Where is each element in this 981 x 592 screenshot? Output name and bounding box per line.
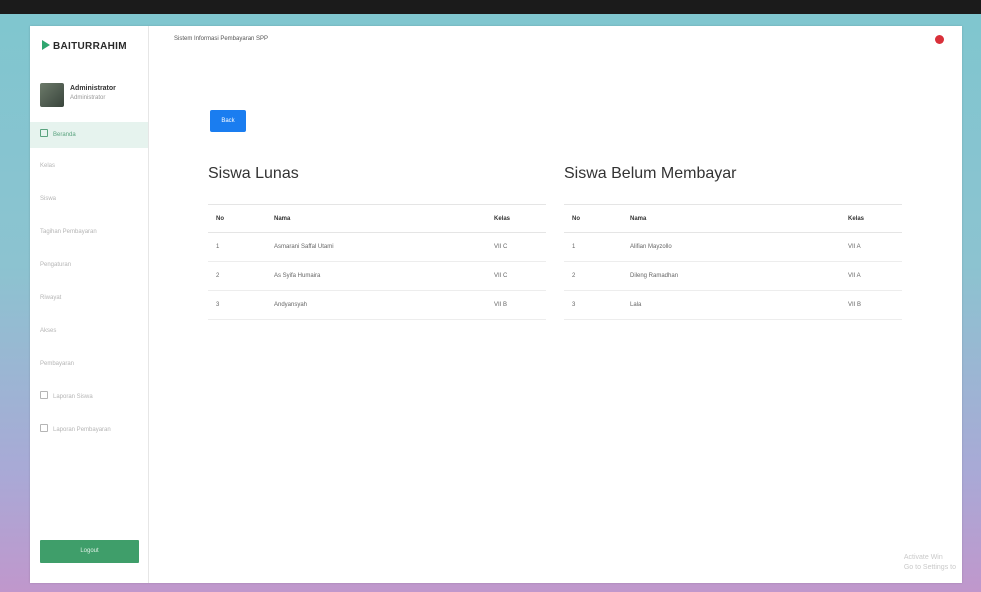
- sidebar-item-akses[interactable]: Akses: [30, 321, 148, 354]
- app-window: BAITURRAHIM Administrator Administrator …: [30, 26, 962, 583]
- sidebar-item-siswa[interactable]: Siswa: [30, 189, 148, 222]
- sidebar-item-label: Laporan Pembayaran: [53, 427, 111, 433]
- cell-no: 1: [208, 232, 266, 262]
- sidebar: BAITURRAHIM Administrator Administrator …: [30, 26, 149, 583]
- table-row: 3 Andyansyah VII B: [208, 290, 546, 320]
- table-row: 2 Dileng Ramadhan VII A: [564, 261, 902, 291]
- sidebar-item-label: Kelas: [40, 163, 56, 169]
- sidebar-item-laporan-pembayaran[interactable]: Laporan Pembayaran: [30, 420, 148, 453]
- sidebar-item-label: Pengaturan: [40, 262, 72, 268]
- cell-nama: Alifian Mayzollo: [622, 232, 840, 262]
- sidebar-item-label: Akses: [40, 328, 57, 334]
- cell-kelas: VII A: [840, 232, 902, 262]
- sidebar-item-label: Pembayaran: [40, 361, 75, 367]
- table-row: 1 Asmarani Saffal Utami VII C: [208, 232, 546, 262]
- user-name: Administrator: [70, 85, 116, 92]
- table-row: 2 As Syifa Humaira VII C: [208, 261, 546, 291]
- lunas-title: Siswa Lunas: [208, 165, 299, 182]
- sidebar-item-pengaturan[interactable]: Pengaturan: [30, 255, 148, 288]
- brand-name: BAITURRAHIM: [53, 41, 127, 52]
- activation-watermark: Activate Win Go to Settings to: [904, 553, 956, 573]
- sidebar-item-label: Beranda: [53, 132, 76, 138]
- sidebar-menu: Beranda Kelas Siswa Tagihan Pembayaran P…: [30, 122, 148, 453]
- logout-button[interactable]: Logout: [40, 540, 139, 563]
- belum-table: No Nama Kelas 1 Alifian Mayzollo VII A 2…: [564, 204, 902, 320]
- screen-top-bar: [0, 0, 981, 14]
- cell-no: 3: [208, 290, 266, 320]
- sidebar-item-label: Siswa: [40, 196, 57, 202]
- cell-no: 2: [208, 261, 266, 291]
- column-header: Nama: [266, 204, 486, 233]
- cell-nama: Asmarani Saffal Utami: [266, 232, 486, 262]
- table-header-row: No Nama Kelas: [564, 204, 902, 233]
- sidebar-item-pembayaran[interactable]: Pembayaran: [30, 354, 148, 387]
- cell-no: 3: [564, 290, 622, 320]
- brand-triangle-icon: [42, 40, 50, 50]
- notification-icon[interactable]: [935, 35, 944, 44]
- table-row: 3 Lala VII B: [564, 290, 902, 320]
- sidebar-item-tagihan[interactable]: Tagihan Pembayaran: [30, 222, 148, 255]
- avatar: [40, 83, 64, 107]
- table-header-row: No Nama Kelas: [208, 204, 546, 233]
- back-button[interactable]: Back: [210, 110, 246, 132]
- cell-no: 2: [564, 261, 622, 291]
- brand-logo[interactable]: BAITURRAHIM: [42, 40, 127, 52]
- watermark-line-2: Go to Settings to: [903, 564, 956, 571]
- sidebar-item-label: Tagihan Pembayaran: [40, 229, 97, 235]
- cell-kelas: VII C: [486, 232, 546, 262]
- cell-kelas: VII C: [486, 261, 546, 291]
- column-header: No: [208, 204, 266, 233]
- column-header: Kelas: [486, 204, 546, 233]
- cell-kelas: VII B: [486, 290, 546, 320]
- column-header: No: [564, 204, 622, 233]
- cell-no: 1: [564, 232, 622, 262]
- sidebar-item-riwayat[interactable]: Riwayat: [30, 288, 148, 321]
- belum-title: Siswa Belum Membayar: [564, 165, 737, 182]
- cell-nama: As Syifa Humaira: [266, 261, 486, 291]
- sidebar-item-label: Riwayat: [40, 295, 62, 301]
- cell-nama: Dileng Ramadhan: [622, 261, 840, 291]
- sidebar-item-beranda[interactable]: Beranda: [30, 122, 148, 148]
- home-icon: [40, 129, 48, 137]
- breadcrumb: Sistem Informasi Pembayaran SPP: [174, 36, 269, 42]
- user-role: Administrator: [70, 95, 106, 101]
- cell-nama: Lala: [622, 290, 840, 320]
- header: Sistem Informasi Pembayaran SPP: [148, 26, 962, 52]
- sidebar-item-kelas[interactable]: Kelas: [30, 156, 148, 189]
- column-header: Kelas: [840, 204, 902, 233]
- lunas-table: No Nama Kelas 1 Asmarani Saffal Utami VI…: [208, 204, 546, 320]
- column-header: Nama: [622, 204, 840, 233]
- cell-kelas: VII A: [840, 261, 902, 291]
- sidebar-item-laporan-siswa[interactable]: Laporan Siswa: [30, 387, 148, 420]
- sidebar-item-label: Laporan Siswa: [53, 394, 93, 400]
- user-profile: Administrator Administrator: [40, 83, 145, 111]
- cell-nama: Andyansyah: [266, 290, 486, 320]
- report-icon: [40, 424, 48, 432]
- cell-kelas: VII B: [840, 290, 902, 320]
- table-row: 1 Alifian Mayzollo VII A: [564, 232, 902, 262]
- watermark-line-1: Activate Win: [903, 554, 943, 561]
- report-icon: [40, 391, 48, 399]
